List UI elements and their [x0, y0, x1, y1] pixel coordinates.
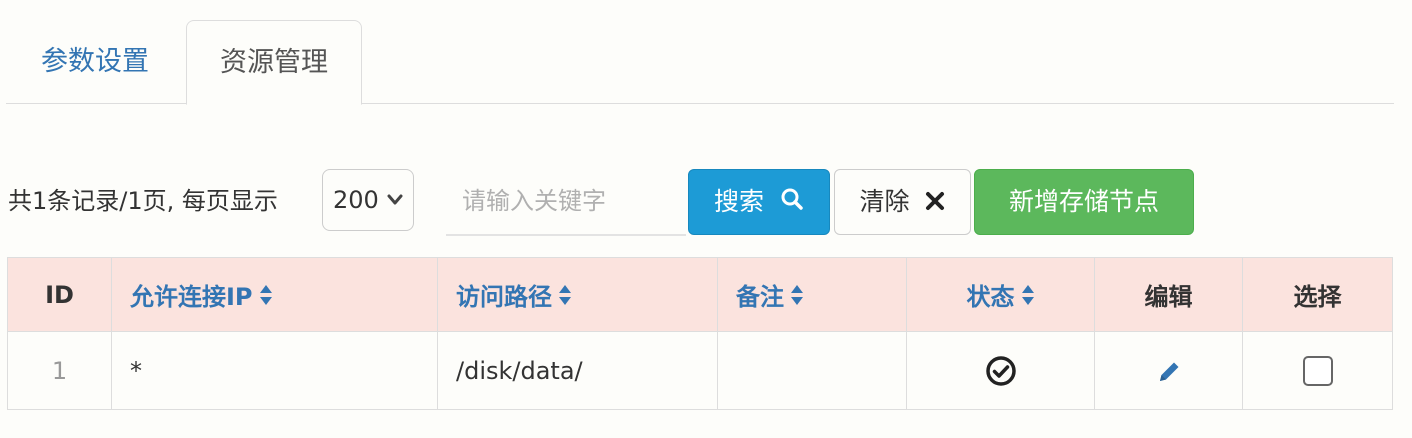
cell-allowed-ip: * — [111, 331, 438, 410]
search-button[interactable]: 搜索 — [688, 169, 830, 235]
sort-icon — [259, 284, 273, 312]
close-icon — [925, 171, 945, 235]
pencil-icon[interactable] — [1156, 357, 1182, 385]
column-header-access-path[interactable]: 访问路径 — [437, 257, 718, 332]
column-header-allowed-ip[interactable]: 允许连接IP — [111, 257, 438, 332]
search-icon — [780, 171, 804, 235]
cell-status — [906, 331, 1095, 410]
cell-id: 1 — [7, 331, 112, 410]
column-header-label: 备注 — [736, 283, 784, 311]
column-header-remark[interactable]: 备注 — [717, 257, 907, 332]
chevron-down-icon — [387, 170, 403, 255]
add-storage-node-button[interactable]: 新增存储节点 — [974, 169, 1194, 235]
sort-icon — [1021, 284, 1035, 312]
table-header-row: ID 允许连接IP 访问路径 备注 状态 编辑 选择 — [7, 257, 1393, 332]
sort-icon — [558, 284, 572, 312]
cell-edit — [1094, 331, 1243, 410]
clear-button[interactable]: 清除 — [834, 169, 971, 235]
tab-bar: 参数设置 资源管理 — [6, 20, 1394, 105]
tab-resource-management[interactable]: 资源管理 — [186, 20, 362, 105]
tab-parameter-settings[interactable]: 参数设置 — [6, 20, 184, 104]
search-input[interactable] — [446, 168, 686, 236]
check-circle-icon — [985, 355, 1017, 386]
table-row: 1 * /disk/data/ — [7, 331, 1393, 410]
row-select-checkbox[interactable] — [1302, 355, 1333, 386]
cell-access-path: /disk/data/ — [437, 331, 718, 410]
column-header-label: 访问路径 — [456, 283, 552, 311]
page-size-select[interactable]: 200 — [322, 169, 414, 231]
column-header-label: 允许连接IP — [130, 283, 253, 311]
cell-remark — [717, 331, 907, 410]
clear-button-label: 清除 — [859, 187, 910, 216]
record-summary: 共1条记录/1页, 每页显示 — [8, 187, 278, 215]
search-button-label: 搜索 — [714, 187, 765, 216]
cell-select — [1242, 331, 1393, 410]
column-header-select: 选择 — [1242, 257, 1393, 332]
column-header-status[interactable]: 状态 — [906, 257, 1095, 332]
page-size-value: 200 — [333, 186, 379, 214]
column-header-label: 状态 — [966, 283, 1015, 311]
column-header-edit: 编辑 — [1094, 257, 1243, 332]
resource-table: ID 允许连接IP 访问路径 备注 状态 编辑 选择 1 * /disk/dat… — [7, 257, 1393, 410]
sort-icon — [790, 284, 804, 312]
column-header-id: ID — [7, 257, 112, 332]
